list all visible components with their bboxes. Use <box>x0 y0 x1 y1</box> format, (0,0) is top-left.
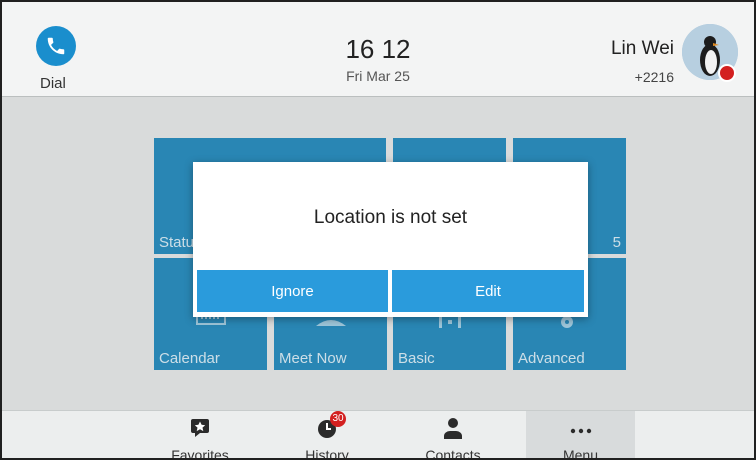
ignore-button[interactable]: Ignore <box>197 270 388 312</box>
account-extension: +2216 <box>634 69 674 85</box>
nav-favorites[interactable]: Favorites <box>152 411 248 460</box>
nav-history-label: History <box>305 447 349 460</box>
phone-screen: Dial 16 12 Fri Mar 25 Lin Wei +2216 Stat… <box>0 0 756 460</box>
status-bar: Dial 16 12 Fri Mar 25 Lin Wei +2216 <box>2 2 754 97</box>
presence-status-dot <box>718 64 736 82</box>
nav-contacts-label: Contacts <box>425 447 481 460</box>
nav-menu-label: Menu <box>562 447 599 460</box>
more-dots-icon <box>569 417 593 442</box>
nav-favorites-label: Favorites <box>171 447 229 460</box>
bottom-nav: Favorites 30 History Contacts Menu <box>2 410 754 460</box>
edit-button[interactable]: Edit <box>392 270 584 312</box>
nav-contacts[interactable]: Contacts <box>405 411 501 460</box>
dialog-message: Location is not set <box>313 207 468 228</box>
location-dialog: Location is not set Ignore Edit <box>193 162 588 317</box>
account-name: Lin Wei <box>610 38 674 59</box>
nav-menu[interactable]: Menu <box>526 411 635 460</box>
contacts-person-icon <box>442 417 464 442</box>
history-badge: 30 <box>330 411 346 427</box>
history-clock-icon: 30 <box>316 411 346 442</box>
nav-history[interactable]: 30 History <box>279 411 375 460</box>
favorites-star-icon <box>189 417 211 442</box>
